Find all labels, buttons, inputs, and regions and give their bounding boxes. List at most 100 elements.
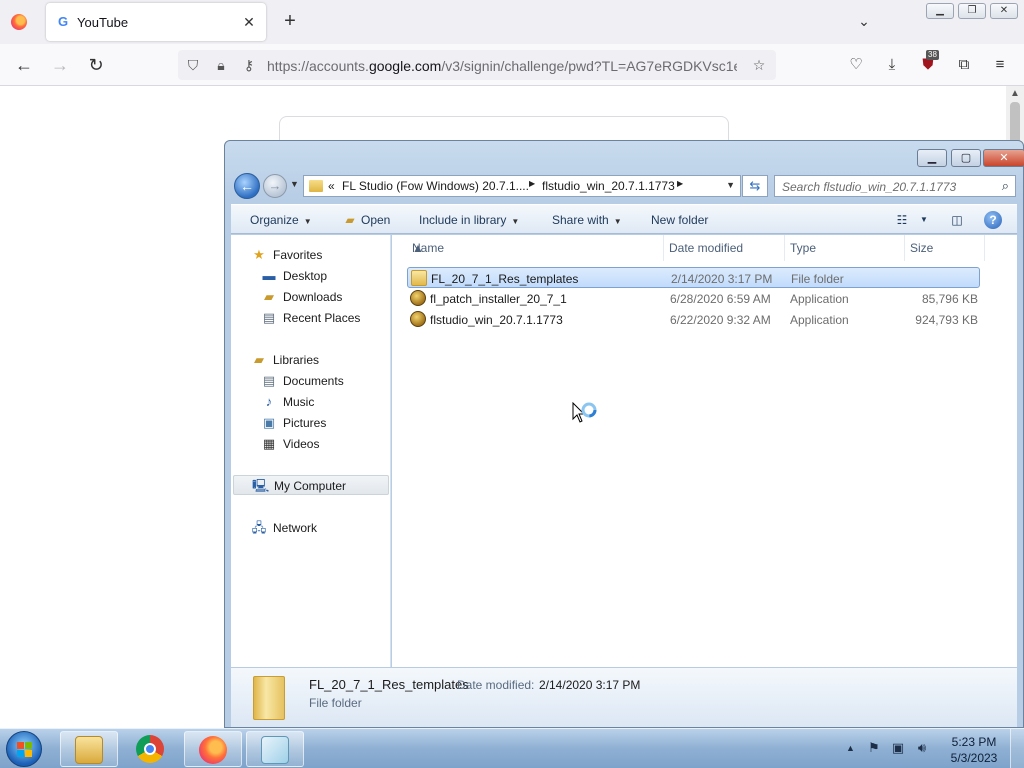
nav-favorites[interactable]: ★ Favorites — [231, 245, 389, 265]
nav-label: Network — [273, 521, 318, 535]
close-tab-icon[interactable]: ✕ — [240, 13, 258, 31]
address-dropdown-icon[interactable]: ▼ — [726, 180, 735, 190]
refresh-icon[interactable]: ⇆ — [742, 175, 768, 197]
change-view-icon[interactable]: ☷ — [893, 212, 911, 228]
explorer-forward-icon[interactable]: → — [263, 174, 287, 198]
column-header-type[interactable]: Type — [785, 235, 905, 261]
nav-label: Favorites — [273, 248, 323, 262]
nav-videos[interactable]: ▦ Videos — [231, 434, 389, 454]
pictures-icon: ▣ — [262, 415, 276, 430]
desktop-icon: ▬ — [262, 268, 276, 283]
firefox-view-button[interactable] — [8, 11, 30, 33]
show-hidden-icons-icon[interactable]: ▲ — [846, 743, 855, 753]
nav-recent-places[interactable]: ▤ Recent Places — [231, 308, 389, 328]
reload-icon[interactable]: ↻ — [84, 54, 108, 76]
nav-label: Desktop — [283, 269, 328, 283]
nav-desktop[interactable]: ▬ Desktop — [231, 266, 389, 286]
recent-pages-chevron-icon[interactable]: ▼ — [290, 179, 299, 189]
tracking-protection-shield-icon[interactable]: ⛉ — [184, 56, 202, 74]
firefox-icon — [199, 736, 227, 764]
application-icon — [410, 290, 426, 306]
nav-network[interactable]: 🖧︎ Network — [231, 518, 389, 538]
help-icon[interactable]: ? — [984, 211, 1002, 229]
show-desktop-button[interactable] — [1010, 729, 1024, 768]
new-tab-button[interactable]: + — [280, 11, 300, 31]
share-with-menu[interactable]: Share with ▼ — [552, 213, 622, 227]
back-arrow-icon[interactable]: ← — [12, 54, 36, 76]
taskbar-chrome[interactable] — [122, 731, 180, 767]
lock-icon[interactable]: 🔒︎ — [212, 56, 230, 74]
open-button[interactable]: Open — [361, 213, 390, 227]
breadcrumb-separator-icon[interactable]: ▶ — [677, 179, 683, 188]
restore-window-button[interactable]: ❐ — [958, 3, 986, 19]
nav-documents[interactable]: ▤ Documents — [231, 371, 389, 391]
network-tray-icon[interactable]: ▣ — [890, 740, 906, 756]
nav-label: My Computer — [274, 479, 347, 493]
explorer-address-bar[interactable]: « FL Studio (Fow Windows) 20.7.1.... ▶ f… — [303, 175, 741, 197]
include-in-library-menu[interactable]: Include in library ▼ — [419, 213, 519, 227]
breadcrumb-separator-icon[interactable]: ▶ — [529, 179, 535, 188]
file-date: 6/28/2020 6:59 AM — [670, 292, 771, 306]
nav-label: Music — [283, 395, 315, 409]
downloads-icon[interactable]: ⤓ — [880, 54, 904, 76]
taskbar-explorer[interactable] — [60, 731, 118, 767]
address-bar[interactable]: ⛉ 🔒︎ ⚷ https://accounts.google.com/v3/si… — [178, 50, 776, 80]
preview-pane-icon[interactable]: ◫ — [948, 212, 966, 228]
list-all-tabs-icon[interactable]: ⌄ — [855, 12, 873, 30]
column-header-size[interactable]: Size — [905, 235, 985, 261]
close-window-button[interactable]: ✕ — [990, 3, 1018, 19]
bookmark-star-icon[interactable]: ☆ — [750, 56, 768, 74]
nav-my-computer[interactable]: 🖳︎ My Computer — [233, 475, 389, 495]
nav-label: Documents — [283, 374, 344, 388]
new-folder-button[interactable]: New folder — [651, 213, 708, 227]
sort-ascending-icon: ▲ — [412, 241, 424, 255]
taskbar-notepad[interactable] — [246, 731, 304, 767]
details-item-type: File folder — [309, 696, 362, 710]
volume-icon[interactable]: 🔊︎ — [914, 740, 930, 756]
explorer-close-button[interactable]: ✕ — [983, 149, 1024, 167]
nav-pictures[interactable]: ▣ Pictures — [231, 413, 389, 433]
nav-libraries[interactable]: ▰ Libraries — [231, 350, 389, 370]
breadcrumb-overflow[interactable]: « — [328, 179, 335, 193]
action-center-flag-icon[interactable]: ⚑ — [866, 740, 882, 756]
browser-tab[interactable]: G YouTube ✕ — [46, 3, 266, 41]
minimize-window-button[interactable]: ▁ — [926, 3, 954, 19]
star-icon: ★ — [253, 247, 265, 262]
view-options-chevron-icon[interactable]: ▼ — [915, 212, 933, 228]
nav-music[interactable]: ♪ Music — [231, 392, 389, 412]
explorer-minimize-button[interactable]: ▁ — [917, 149, 947, 167]
nav-label: Pictures — [283, 416, 327, 430]
system-clock[interactable]: 5:23 PM 5/3/2023 — [944, 734, 1004, 766]
breadcrumb-parent[interactable]: FL Studio (Fow Windows) 20.7.1.... — [342, 179, 529, 193]
pocket-icon[interactable]: ♡ — [844, 54, 868, 76]
file-row[interactable]: flstudio_win_20.7.1.1773 6/22/2020 9:32 … — [407, 309, 980, 330]
music-note-icon: ♪ — [265, 394, 273, 409]
column-header-date-modified[interactable]: Date modified — [664, 235, 785, 261]
file-list-pane: Name ▲ Date modified Type Size FL_20_7_1… — [392, 235, 1017, 667]
open-folder-icon[interactable]: ▰ — [341, 212, 359, 228]
scroll-up-arrow-icon[interactable]: ▲ — [1010, 88, 1020, 99]
explorer-search-box[interactable]: Search flstudio_win_20.7.1.1773 ⌕ — [774, 175, 1016, 197]
taskbar-firefox[interactable] — [184, 731, 242, 767]
explorer-back-icon[interactable]: ← — [234, 173, 260, 199]
search-placeholder[interactable]: Search flstudio_win_20.7.1.1773 — [782, 180, 956, 194]
hamburger-menu-icon[interactable]: ≡ — [988, 54, 1012, 76]
explorer-maximize-button[interactable]: ▢ — [951, 149, 981, 167]
file-row[interactable]: fl_patch_installer_20_7_1 6/28/2020 6:59… — [407, 288, 980, 309]
start-button[interactable] — [6, 731, 42, 767]
search-icon[interactable]: ⌕ — [1002, 178, 1009, 194]
organize-menu[interactable]: Organize ▼ — [250, 213, 312, 227]
clock-date: 5/3/2023 — [950, 751, 998, 765]
extensions-puzzle-icon[interactable]: ⧉ — [952, 54, 976, 76]
forward-arrow-icon[interactable]: → — [48, 54, 72, 76]
nav-downloads[interactable]: ▰ Downloads — [231, 287, 389, 307]
url-text[interactable]: https://accounts.google.com/v3/signin/ch… — [267, 58, 737, 74]
breadcrumb-current[interactable]: flstudio_win_20.7.1.1773 — [542, 179, 675, 193]
column-header-label: Size — [910, 241, 934, 255]
nav-label: Libraries — [273, 353, 320, 367]
column-header-name[interactable]: Name ▲ — [407, 235, 664, 261]
recent-places-icon: ▤ — [262, 310, 276, 325]
file-row[interactable]: FL_20_7_1_Res_templates 2/14/2020 3:17 P… — [407, 267, 980, 288]
key-icon[interactable]: ⚷ — [240, 56, 258, 74]
extension-badge: 38 — [926, 50, 939, 60]
